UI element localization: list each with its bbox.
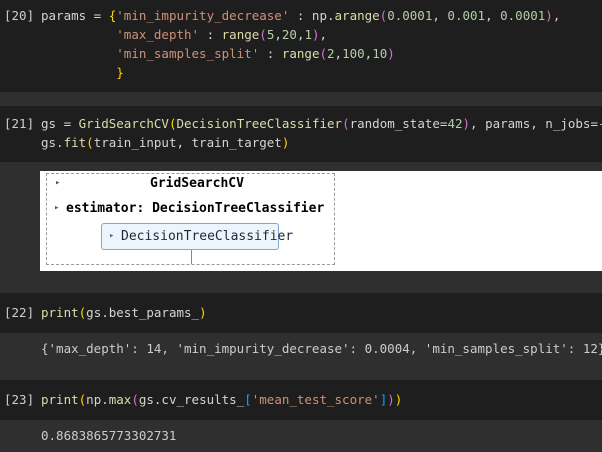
code-token: 20 <box>281 27 297 42</box>
code-token: 'mean_test_score' <box>251 392 380 407</box>
code-line: 'min_samples_split' : range(2,100,10) <box>41 45 395 63</box>
code-token: ) <box>199 305 207 320</box>
code-token: 0.001 <box>447 8 486 23</box>
code-line: params = {'min_impurity_decrease' : np.a… <box>41 7 560 25</box>
code-token: 100 <box>342 46 365 61</box>
code-token: params = <box>41 8 109 23</box>
code-token: ) <box>462 116 471 131</box>
code-token: : np. <box>289 8 335 23</box>
code-line: 'max_depth' : range(5,20,1), <box>41 26 327 44</box>
code-token: arange <box>334 8 380 23</box>
code-token: ) <box>312 27 320 42</box>
code-token: range <box>281 46 320 61</box>
code-token: print <box>41 392 79 407</box>
code-token: ) <box>394 392 403 407</box>
code-token: ( <box>342 116 350 131</box>
code-token: ( <box>319 46 328 61</box>
code-token: np. <box>86 392 109 407</box>
code-line: } <box>41 64 124 82</box>
code-token: ) <box>281 135 290 150</box>
code-token: 2 <box>327 46 335 61</box>
code-token: : <box>199 27 222 42</box>
code-token: gs = <box>41 116 79 131</box>
gridsearch-label[interactable]: GridSearchCV <box>150 176 244 191</box>
expand-triangle-icon[interactable]: ▸ <box>54 203 59 213</box>
best-params-output: {'max_depth': 14, 'min_impurity_decrease… <box>41 341 602 356</box>
code-token: ) <box>387 392 395 407</box>
code-token: ( <box>86 135 94 150</box>
code-token: 'min_impurity_decrease' <box>116 8 290 23</box>
code-token: random_state= <box>349 116 448 131</box>
code-token: , <box>274 27 282 42</box>
cell-prompt: [22] <box>4 305 35 320</box>
code-token: gs. <box>41 135 64 150</box>
code-token: -1 <box>598 116 602 131</box>
max-score-output: 0.8683865773302731 <box>41 428 177 443</box>
code-token: range <box>221 27 260 42</box>
code-token: ( <box>131 392 139 407</box>
code-token: ) <box>387 46 395 61</box>
expand-triangle-icon: ▸ <box>109 231 115 241</box>
code-token: ( <box>259 27 267 42</box>
code-token: 1 <box>304 27 312 42</box>
code-line: print(gs.best_params_) <box>41 304 207 322</box>
cell-prompt: [21] <box>4 116 35 131</box>
code-token: print <box>41 305 79 320</box>
code-token: 0.0001 <box>500 8 546 23</box>
code-token: fit <box>63 135 87 150</box>
code-token: 10 <box>372 46 388 61</box>
code-token: : <box>259 46 282 61</box>
code-token: , <box>334 46 343 61</box>
code-token: 'min_samples_split' <box>116 46 260 61</box>
code-line: gs = GridSearchCV (DecisionTreeClassifier… <box>41 115 602 133</box>
code-line: print(np.max(gs.cv_results_['mean_test_s… <box>41 391 402 409</box>
connector-line <box>191 250 192 264</box>
code-token: 42 <box>447 116 463 131</box>
code-token: gs.best_params_ <box>86 305 200 320</box>
code-token: , <box>432 8 448 23</box>
cell-prompt: [23] <box>4 392 35 407</box>
decision-tree-label: DecisionTreeClassifier <box>121 229 294 244</box>
code-token: , params, n_jobs= <box>470 116 598 131</box>
expand-triangle-icon[interactable]: ▸ <box>55 178 60 188</box>
code-token: gs.cv_results_ <box>138 392 245 407</box>
code-token: DecisionTreeClassifier <box>176 116 343 131</box>
code-token: , <box>485 8 501 23</box>
code-token: ) <box>545 8 553 23</box>
code-token: max <box>108 392 132 407</box>
code-line: gs.fit(train_input, train_target) <box>41 134 289 152</box>
code-token: train_input, train_target <box>93 135 282 150</box>
code-token: } <box>116 65 124 80</box>
code-token: , <box>319 27 328 42</box>
estimator-label[interactable]: estimator: DecisionTreeClassifier <box>66 201 324 216</box>
code-token: 0.0001 <box>387 8 433 23</box>
cell-prompt: [20] <box>4 8 35 23</box>
code-token: 'max_depth' <box>116 27 200 42</box>
code-token: GridSearchCV <box>78 116 169 131</box>
code-token: [ <box>244 392 252 407</box>
code-token: , <box>552 8 561 23</box>
